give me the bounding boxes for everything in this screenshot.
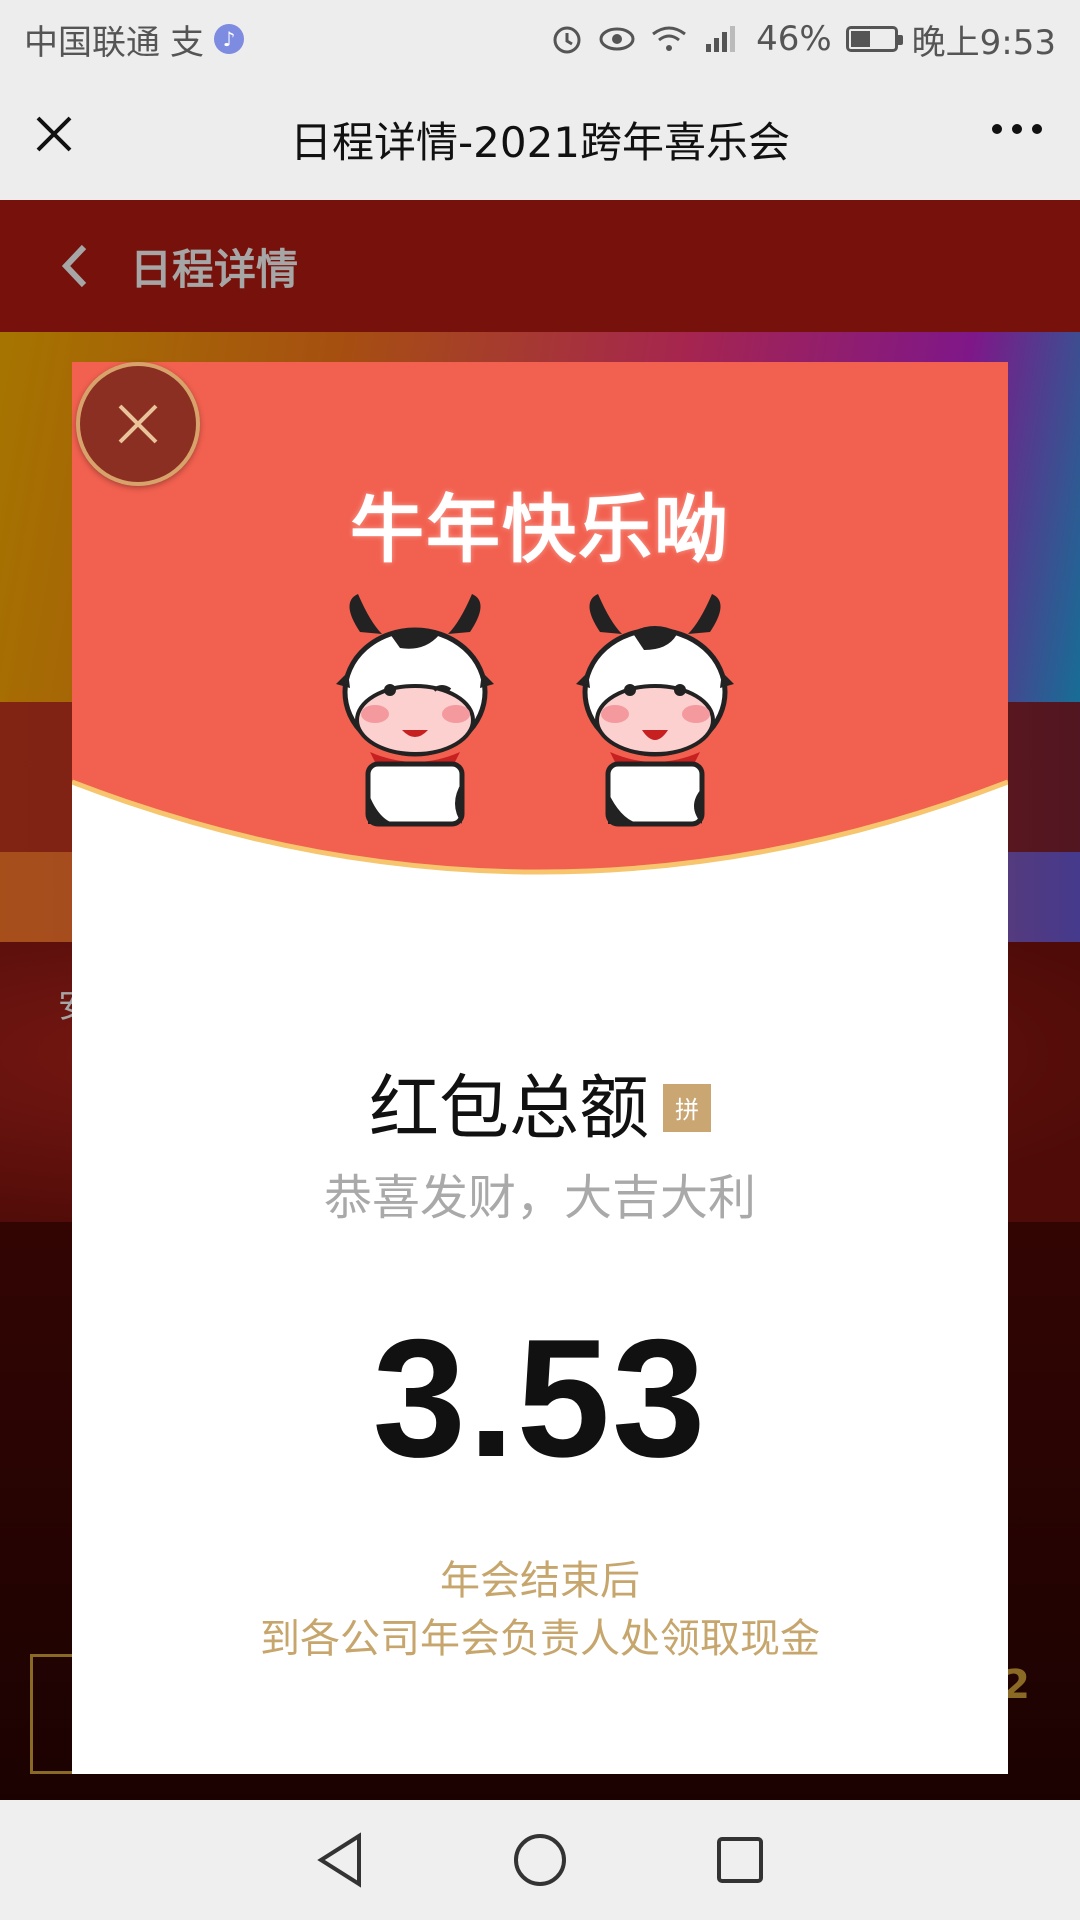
red-packet-modal: 牛年快乐呦 红包总额 拼 恭喜发财，大吉大利 3.53 年会结束后 到各公司年会… <box>72 362 1008 1774</box>
battery-icon <box>845 26 903 52</box>
close-icon <box>118 404 158 444</box>
banner-title: 牛年快乐呦 <box>350 487 730 573</box>
total-amount-label: 红包总额 <box>369 1067 649 1149</box>
close-button[interactable] <box>76 362 200 486</box>
greeting-text: 恭喜发财，大吉大利 <box>323 1170 756 1226</box>
carrier-group: 中国联通 支 ♪ <box>24 15 244 64</box>
cow-mascot-right <box>576 594 734 827</box>
carrier-name: 中国联通 <box>24 22 160 63</box>
packet-header-background <box>72 362 1008 875</box>
clock: 晚上9:53 <box>911 22 1056 63</box>
home-circle-icon[interactable] <box>510 1830 570 1890</box>
signal-icon <box>702 24 742 54</box>
cow-mascot-left <box>336 594 494 827</box>
back-triangle-icon[interactable] <box>310 1830 370 1890</box>
more-options-icon[interactable] <box>992 124 1042 134</box>
amount-value: 3.53 <box>372 1304 708 1492</box>
wifi-icon <box>650 24 688 54</box>
close-icon[interactable] <box>30 110 78 158</box>
group-badge: 拼 <box>663 1083 711 1132</box>
alipay-icon: 支 <box>170 22 204 63</box>
status-bar: 中国联通 支 ♪ 46% 晚上9:53 <box>0 0 1080 78</box>
system-nav-bar <box>0 1800 1080 1920</box>
note-line-1: 年会结束后 <box>440 1558 640 1604</box>
battery-percent: 46% <box>756 19 832 59</box>
recents-square-icon[interactable] <box>710 1830 770 1890</box>
title-bar: 日程详情-2021跨年喜乐会 <box>0 78 1080 200</box>
alarm-icon <box>550 22 584 56</box>
page-title: 日程详情-2021跨年喜乐会 <box>289 117 791 167</box>
status-icons: 46% 晚上9:53 <box>550 15 1056 64</box>
note-line-2: 到各公司年会负责人处领取现金 <box>260 1616 820 1662</box>
music-note-icon: ♪ <box>214 24 244 54</box>
collection-note: 年会结束后 到各公司年会负责人处领取现金 <box>72 1552 1008 1668</box>
eye-icon <box>598 25 636 53</box>
packet-heading: 红包总额 拼 <box>72 1052 1008 1153</box>
